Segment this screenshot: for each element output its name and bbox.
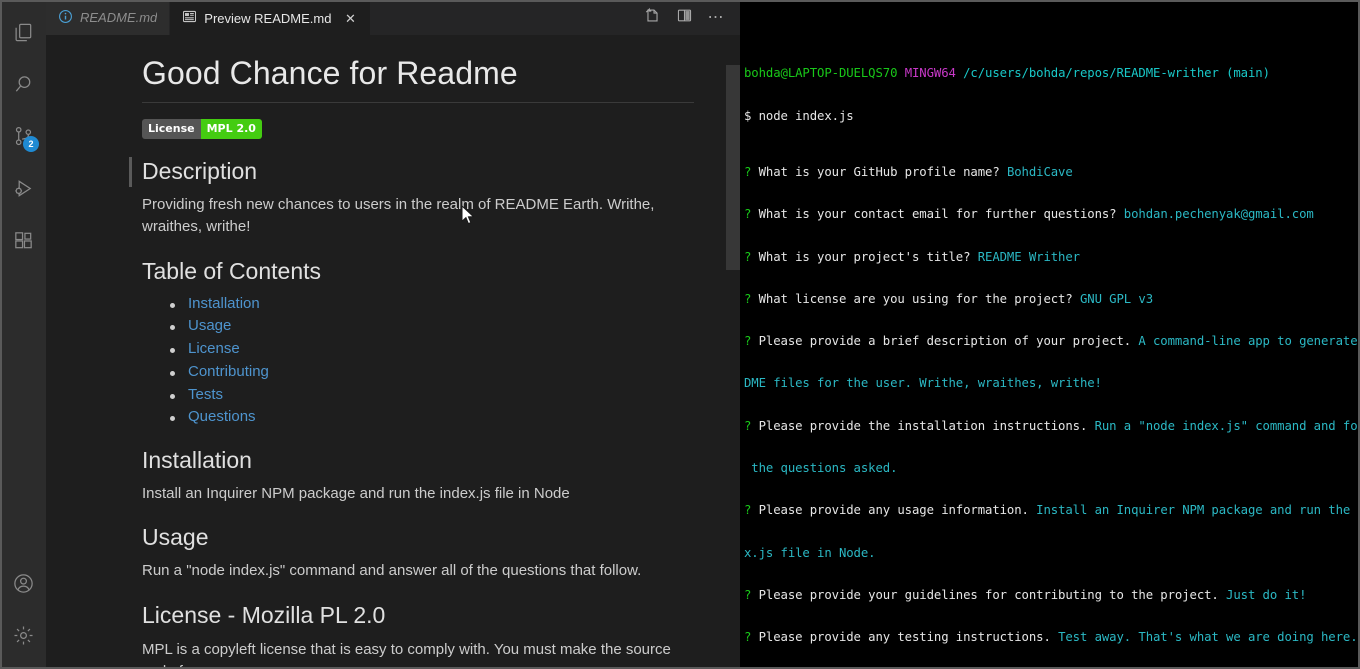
prompt-path: /c/users/bohda/repos/README-writher: [963, 66, 1219, 81]
terminal-qa-line: ? Please provide any testing instruction…: [744, 630, 1358, 645]
status-badge: License MPL 2.0: [142, 119, 262, 139]
toc-link-tests[interactable]: Tests: [188, 386, 223, 403]
terminal-command: $ node index.js: [744, 108, 854, 123]
toc-link-questions[interactable]: Questions: [188, 408, 256, 425]
answer: Just do it!: [1226, 587, 1307, 602]
badge-label: License: [142, 119, 201, 139]
toc-link-contributing[interactable]: Contributing: [188, 363, 269, 380]
tab-readme-md[interactable]: README.md: [46, 0, 171, 35]
list-item: Questions: [142, 407, 694, 428]
source-control-badge: 2: [23, 136, 39, 152]
sidebar-item-search[interactable]: [0, 58, 46, 110]
prompt-shell: MINGW64: [904, 66, 956, 81]
toc-link-usage[interactable]: Usage: [188, 317, 231, 334]
heading-description: Description: [129, 157, 694, 187]
terminal-prompt-line: bohda@LAPTOP-DUELQS70 MINGW64 /c/users/b…: [744, 66, 1360, 80]
badge-value: MPL 2.0: [200, 119, 262, 139]
paragraph-usage: Run a "node index.js" command and answer…: [142, 562, 642, 580]
answer: GNU GPL v3: [1079, 291, 1154, 306]
accounts-button[interactable]: [0, 557, 46, 609]
extensions-icon: [12, 229, 35, 252]
answer: README Writher: [977, 249, 1080, 264]
info-icon: [58, 9, 73, 27]
terminal-qa-line: ? What is your project's title? README W…: [744, 249, 1080, 264]
terminal-qa-line: ? What is your contact email for further…: [744, 207, 1314, 222]
terminal-wrap-line: x.js file in Node.: [744, 545, 876, 560]
run-and-debug-icon: [12, 177, 35, 200]
terminal-panel[interactable]: bohda@LAPTOP-DUELQS70 MINGW64 /c/users/b…: [740, 0, 1360, 669]
answer: BohdiCave: [1006, 165, 1073, 180]
preview-icon: [182, 9, 197, 27]
tab-bar-spacer: [371, 0, 638, 35]
license-line: MPL is a copyleft license that is easy t…: [142, 640, 671, 669]
answer: bohdan.pechenyak@gmail.com: [1123, 207, 1314, 222]
search-icon: [12, 73, 35, 96]
settings-button[interactable]: [0, 609, 46, 661]
license-badge: License MPL 2.0: [142, 119, 694, 139]
heading-table-of-contents: Table of Contents: [142, 257, 322, 284]
terminal-qa-line: ? Please provide any usage information. …: [744, 503, 1360, 518]
sidebar-item-source-control[interactable]: 2: [0, 110, 46, 162]
answer: Test away. That's what we are doing here…: [1058, 630, 1358, 645]
terminal-qa-line: ? What is your GitHub profile name? Bohd…: [744, 165, 1073, 180]
terminal-wrap-line: DME files for the user. Writhe, wraithes…: [744, 376, 1102, 391]
tab-label: Preview README.md: [204, 10, 332, 26]
list-item: Installation: [142, 294, 694, 315]
list-item: Contributing: [142, 362, 694, 383]
open-preview-to-the-side-button[interactable]: [638, 0, 666, 35]
prompt-branch: (main): [1226, 66, 1270, 81]
paragraph-installation: Install an Inquirer NPM package and run …: [142, 484, 570, 502]
tab-label: README.md: [80, 10, 158, 25]
activity-bar: 2: [0, 0, 46, 669]
terminal-wrap-line: the questions asked.: [744, 461, 898, 475]
sidebar-item-run-debug[interactable]: [0, 162, 46, 214]
list-item: Tests: [142, 385, 694, 406]
split-editor-icon: [676, 7, 693, 29]
table-of-contents-list: Installation Usage License Contributing …: [142, 294, 694, 428]
toc-link-installation[interactable]: Installation: [188, 295, 260, 312]
sidebar-item-explorer[interactable]: [0, 6, 46, 58]
close-icon[interactable]: ✕: [342, 10, 358, 26]
heading-license: License - Mozilla PL 2.0: [142, 601, 386, 628]
heading-usage: Usage: [142, 524, 209, 551]
paragraph-license: MPL is a copyleft license that is easy t…: [142, 639, 694, 669]
preview-scrollbar-thumb[interactable]: [726, 65, 740, 270]
files-icon: [12, 21, 35, 44]
preview-scrollbar[interactable]: [726, 35, 740, 669]
tab-bar: README.md Preview README.md ✕ ⋯: [46, 0, 740, 35]
list-item: License: [142, 339, 694, 360]
sidebar-item-extensions[interactable]: [0, 214, 46, 266]
open-preview-side-icon: [644, 7, 661, 29]
list-item: Usage: [142, 316, 694, 337]
gear-icon: [12, 624, 35, 647]
terminal-qa-line: ? Please provide your guidelines for con…: [744, 587, 1307, 602]
terminal-qa-line: ? Please provide a brief description of …: [744, 334, 1358, 349]
terminal-qa-line: ? What license are you using for the pro…: [744, 291, 1154, 306]
more-actions-button[interactable]: ⋯: [702, 0, 730, 35]
heading-installation: Installation: [142, 446, 252, 473]
split-editor-button[interactable]: [670, 0, 698, 35]
markdown-content: Good Chance for Readme License MPL 2.0 D…: [46, 35, 740, 669]
ellipsis-icon: ⋯: [707, 8, 725, 26]
tab-preview-readme-md[interactable]: Preview README.md ✕: [170, 0, 372, 35]
toc-link-license[interactable]: License: [188, 340, 240, 357]
page-title: Good Chance for Readme: [142, 53, 694, 103]
editor-group: README.md Preview README.md ✕ ⋯ Good Cha…: [46, 0, 740, 669]
terminal-qa-line: ? Please provide the installation instru…: [744, 418, 1360, 433]
paragraph-description: Providing fresh new chances to users in …: [142, 195, 655, 236]
markdown-preview-pane[interactable]: Good Chance for Readme License MPL 2.0 D…: [46, 35, 740, 669]
editor-actions: ⋯: [638, 0, 740, 35]
prompt-user: bohda@LAPTOP-DUELQS70: [744, 66, 898, 81]
vscode-window: 2 README.md Preview README.md ✕ ⋯ Good C…: [0, 0, 1360, 669]
account-icon: [12, 572, 35, 595]
